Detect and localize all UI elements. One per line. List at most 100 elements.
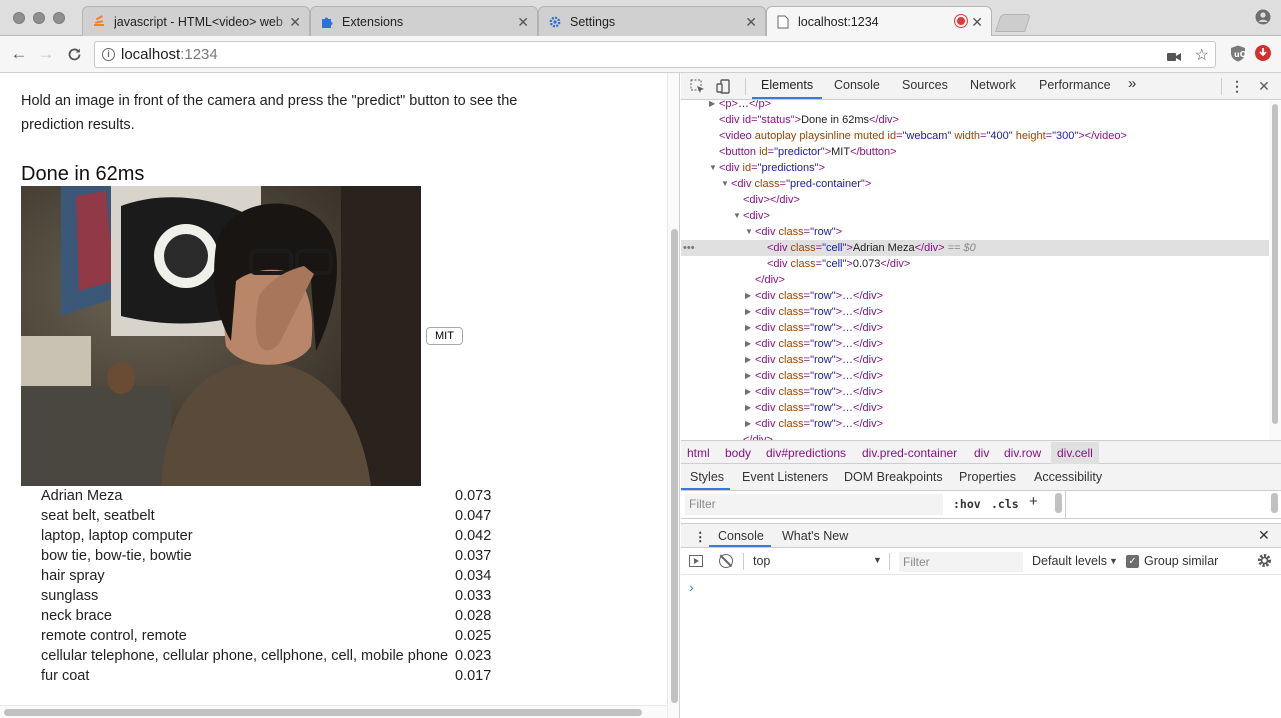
tab-console[interactable]: Console	[834, 78, 880, 92]
breadcrumb-item[interactable]: body	[725, 446, 751, 460]
dom-node-partial[interactable]: </div>	[681, 432, 1269, 440]
close-tab-icon[interactable]: ✕	[289, 14, 301, 31]
back-arrow-icon[interactable]: ←	[9, 44, 29, 64]
more-options-icon[interactable]: •••	[683, 240, 695, 256]
dom-node-status[interactable]: <div id="status">Done in 62ms</div>	[681, 112, 1269, 128]
tab-localhost[interactable]: localhost:1234 ✕	[766, 6, 992, 37]
zoom-window-button[interactable]	[53, 12, 65, 24]
page-vertical-scrollbar[interactable]	[667, 73, 679, 718]
drawer-menu-icon[interactable]: ⋮	[694, 529, 707, 544]
tab-stackoverflow[interactable]: javascript - HTML<video> web ✕	[82, 6, 310, 36]
new-tab-button[interactable]	[995, 14, 1031, 32]
console-filter-input[interactable]: Filter	[899, 552, 1023, 572]
dom-node-row-expanded[interactable]: ▼ <div class="row">	[681, 224, 1269, 240]
dom-node-pred-container[interactable]: ▼ <div class="pred-container">	[681, 176, 1269, 192]
dom-node-row-collapsed[interactable]: ▶ <div class="row">…</div>	[681, 304, 1269, 320]
cls-toggle[interactable]: .cls	[991, 497, 1019, 511]
dom-node-predictions[interactable]: ▼ <div id="predictions">	[681, 160, 1269, 176]
dom-node-row-collapsed[interactable]: ▶ <div class="row">…</div>	[681, 400, 1269, 416]
dom-node-cell-selected[interactable]: ••• <div class="cell">Adrian Meza</div> …	[681, 240, 1269, 256]
styles-scrollbar[interactable]	[1055, 493, 1062, 513]
group-similar-checkbox[interactable]: ✓	[1126, 555, 1139, 568]
page-horizontal-scrollbar[interactable]	[0, 705, 666, 718]
tab-sources[interactable]: Sources	[902, 78, 948, 92]
reload-icon[interactable]	[64, 44, 84, 64]
dom-node-row-collapsed[interactable]: ▶ <div class="row">…</div>	[681, 416, 1269, 432]
active-tab-indicator	[681, 488, 730, 490]
info-icon[interactable]: i	[102, 48, 115, 61]
dom-node-row-collapsed[interactable]: ▶ <div class="row">…</div>	[681, 320, 1269, 336]
tab-properties[interactable]: Properties	[959, 470, 1016, 484]
close-window-button[interactable]	[13, 12, 25, 24]
dropdown-arrow-icon[interactable]: ▼	[873, 555, 882, 565]
close-devtools-icon[interactable]: ✕	[1255, 77, 1273, 95]
breadcrumb-item[interactable]: div.pred-container	[862, 446, 957, 460]
more-tabs-icon[interactable]: »	[1128, 75, 1136, 92]
tab-extensions[interactable]: Extensions ✕	[310, 6, 538, 36]
drawer-tab-console[interactable]: Console	[718, 529, 764, 543]
extension-red-icon[interactable]	[1255, 45, 1271, 61]
profile-icon[interactable]	[1255, 9, 1271, 25]
tab-dom-breakpoints[interactable]: DOM Breakpoints	[844, 470, 943, 484]
close-tab-icon[interactable]: ✕	[971, 14, 983, 31]
close-drawer-icon[interactable]: ✕	[1258, 527, 1270, 544]
prediction-label: Adrian Meza	[41, 488, 123, 504]
star-icon[interactable]: ☆	[1195, 45, 1209, 65]
context-selector[interactable]: top	[753, 554, 770, 568]
tab-settings[interactable]: Settings ✕	[538, 6, 766, 36]
device-toolbar-icon[interactable]	[714, 77, 732, 95]
breadcrumb-item[interactable]: html	[687, 446, 710, 460]
drawer-tab-whats-new[interactable]: What's New	[782, 529, 848, 543]
breadcrumb-item[interactable]: div.row	[1004, 446, 1041, 460]
close-tab-icon[interactable]: ✕	[517, 14, 529, 31]
breadcrumb-item[interactable]: div.cell	[1051, 442, 1099, 464]
prediction-label: remote control, remote	[41, 628, 187, 644]
address-bar[interactable]: i localhost:1234 ☆	[94, 41, 1216, 68]
dom-node-row-close[interactable]: </div>	[681, 272, 1269, 288]
elements-tree[interactable]: ▶ <p>…</p> <div id="status">Done in 62ms…	[681, 100, 1269, 440]
log-levels-dropdown[interactable]: Default levels	[1032, 554, 1107, 568]
tab-network[interactable]: Network	[970, 78, 1016, 92]
prediction-row: Adrian Meza 0.073	[41, 486, 501, 506]
prediction-label: seat belt, seatbelt	[41, 508, 155, 524]
hov-toggle[interactable]: :hov	[953, 497, 981, 511]
console-settings-gear-icon[interactable]	[1256, 552, 1273, 569]
dropdown-arrow-icon[interactable]: ▼	[1109, 556, 1118, 566]
dom-node-row-collapsed[interactable]: ▶ <div class="row">…</div>	[681, 336, 1269, 352]
styles-filter-input[interactable]: Filter	[685, 494, 943, 515]
breadcrumb-item[interactable]: div	[974, 446, 989, 460]
tab-title: Settings	[570, 14, 616, 29]
dom-node-row-collapsed[interactable]: ▶ <div class="row">…</div>	[681, 288, 1269, 304]
console-prompt[interactable]: ›	[689, 579, 694, 595]
computed-scrollbar[interactable]	[1271, 493, 1278, 513]
dom-node-div[interactable]: ▼ <div>	[681, 208, 1269, 224]
prediction-score: 0.034	[455, 568, 492, 584]
forward-arrow-icon[interactable]: →	[36, 44, 56, 64]
tab-styles[interactable]: Styles	[690, 470, 724, 484]
dom-node-button[interactable]: <button id="predictor">MIT</button>	[681, 144, 1269, 160]
predict-button[interactable]: MIT	[426, 327, 463, 345]
elements-scrollbar[interactable]	[1269, 100, 1281, 440]
ublock-icon[interactable]: uO	[1230, 45, 1247, 62]
dom-node-cell[interactable]: <div class="cell">0.073</div>	[681, 256, 1269, 272]
camera-icon[interactable]	[1167, 50, 1181, 65]
prediction-score: 0.025	[455, 628, 492, 644]
dom-node-empty-div[interactable]: <div></div>	[681, 192, 1269, 208]
kebab-menu-icon[interactable]: ⋮	[1228, 77, 1246, 95]
dom-node-video[interactable]: <video autoplay playsinline muted id="we…	[681, 128, 1269, 144]
add-rule-button[interactable]: +	[1029, 493, 1038, 510]
dom-node-p[interactable]: ▶ <p>…</p>	[681, 100, 1269, 112]
close-tab-icon[interactable]: ✕	[745, 14, 757, 31]
dom-node-row-collapsed[interactable]: ▶ <div class="row">…</div>	[681, 384, 1269, 400]
clear-console-icon[interactable]	[719, 554, 733, 568]
tab-performance[interactable]: Performance	[1039, 78, 1111, 92]
inspect-element-icon[interactable]	[688, 77, 706, 95]
sidebar-toggle-icon[interactable]	[689, 555, 703, 567]
dom-node-row-collapsed[interactable]: ▶ <div class="row">…</div>	[681, 368, 1269, 384]
dom-node-row-collapsed[interactable]: ▶ <div class="row">…</div>	[681, 352, 1269, 368]
tab-elements[interactable]: Elements	[761, 78, 813, 92]
breadcrumb-item[interactable]: div#predictions	[766, 446, 846, 460]
tab-event-listeners[interactable]: Event Listeners	[742, 470, 828, 484]
minimize-window-button[interactable]	[33, 12, 45, 24]
tab-accessibility[interactable]: Accessibility	[1034, 470, 1102, 484]
